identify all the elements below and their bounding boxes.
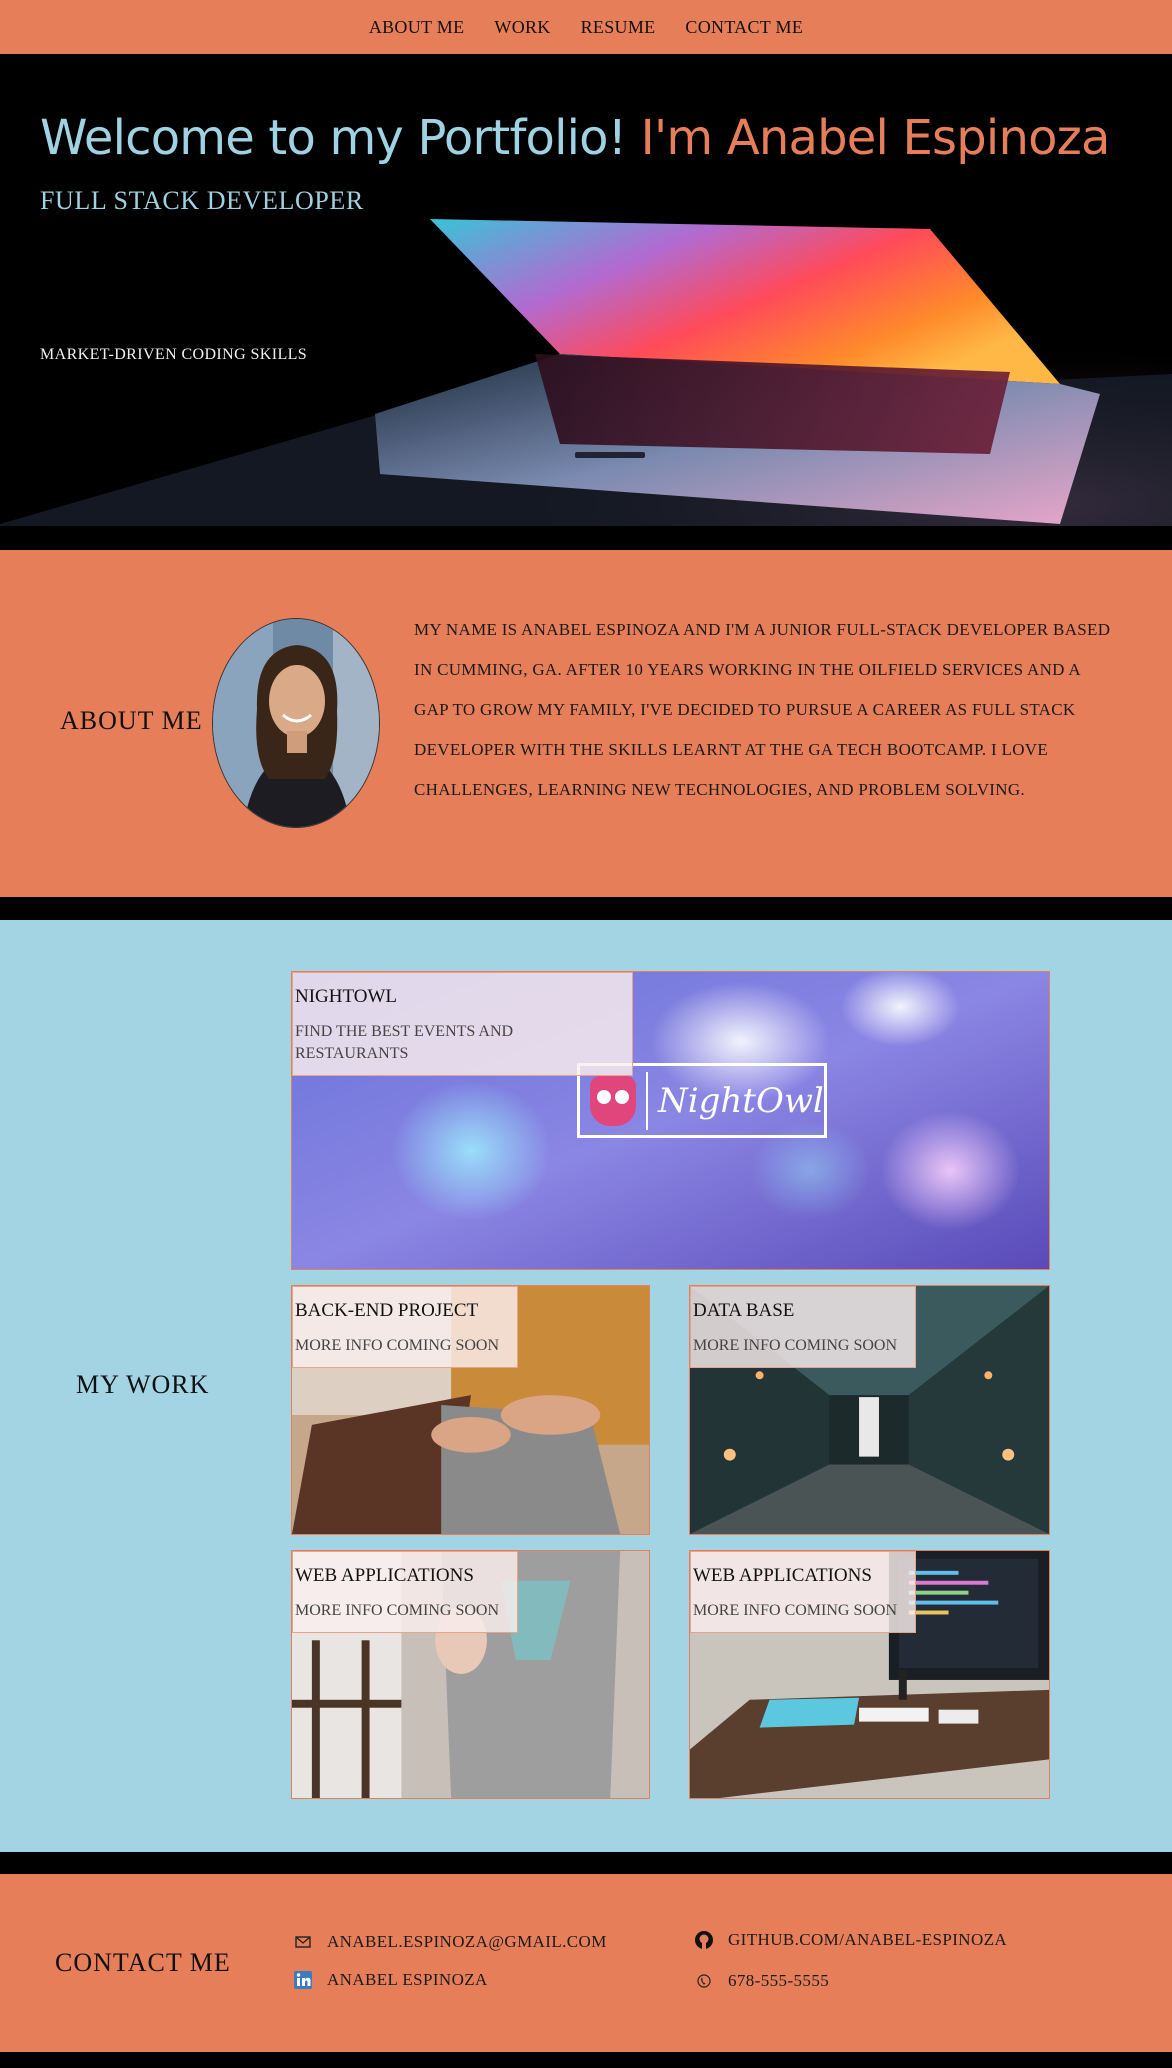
top-nav: ABOUT ME WORK RESUME CONTACT ME	[0, 0, 1172, 54]
project-desc: FIND THE BEST EVENTS AND RESTAURANTS	[295, 1023, 514, 1062]
project-label: NIGHTOWL FIND THE BEST EVENTS AND RESTAU…	[292, 972, 633, 1076]
linkedin-icon	[293, 1970, 313, 1990]
project-desc: MORE INFO COMING SOON	[693, 1337, 898, 1354]
project-label: WEB APPLICATIONS MORE INFO COMING SOON	[690, 1551, 916, 1633]
nav-resume[interactable]: RESUME	[581, 17, 656, 38]
project-card-web-applications-2[interactable]: WEB APPLICATIONS MORE INFO COMING SOON	[689, 1550, 1050, 1799]
project-card-back-end[interactable]: BACK-END PROJECT MORE INFO COMING SOON	[291, 1285, 650, 1535]
envelope-icon	[293, 1932, 313, 1952]
project-card-data-base[interactable]: DATA BASE MORE INFO COMING SOON	[689, 1285, 1050, 1535]
contact-section: CONTACT ME ANABEL.ESPINOZA@GMAIL.COM GIT…	[0, 1874, 1172, 2052]
project-title: NIGHTOWL	[295, 986, 398, 1007]
hero-subtitle: FULL STACK DEVELOPER	[40, 186, 364, 215]
nav-work[interactable]: WORK	[494, 17, 550, 38]
phone-icon	[694, 1971, 714, 1991]
nav-contact-me[interactable]: CONTACT ME	[685, 17, 803, 38]
contact-heading: CONTACT ME	[55, 1948, 231, 1977]
about-bio: MY NAME IS ANABEL ESPINOZA AND I'M A JUN…	[414, 620, 1111, 799]
owl-icon	[590, 1075, 636, 1126]
project-title: WEB APPLICATIONS	[295, 1565, 474, 1586]
project-title: DATA BASE	[693, 1300, 795, 1321]
contact-linkedin: ANABEL ESPINOZA	[293, 1970, 488, 1990]
hero-tagline: MARKET-DRIVEN CODING SKILLS	[40, 346, 308, 363]
project-desc: MORE INFO COMING SOON	[693, 1602, 898, 1619]
project-label: DATA BASE MORE INFO COMING SOON	[690, 1286, 916, 1368]
nav-about-me[interactable]: ABOUT ME	[369, 17, 465, 38]
work-heading: MY WORK	[76, 1370, 210, 1399]
github-icon	[694, 1930, 714, 1950]
email-link[interactable]: ANABEL.ESPINOZA@GMAIL.COM	[327, 1932, 607, 1952]
linkedin-link[interactable]: ANABEL ESPINOZA	[327, 1970, 488, 1990]
nightowl-logo-text: NightOwl	[658, 1080, 824, 1121]
hero-title-name: I'm Anabel Espinoza	[640, 110, 1111, 166]
about-heading: ABOUT ME	[60, 706, 203, 735]
project-card-nightowl[interactable]: NightOwl NIGHTOWL FIND THE BEST EVENTS A…	[291, 971, 1050, 1270]
profile-photo	[212, 618, 380, 828]
about-section: ABOUT ME MY NAME IS ANABEL ESPINOZA AND …	[0, 550, 1172, 897]
project-desc: MORE INFO COMING SOON	[295, 1602, 500, 1619]
contact-email: ANABEL.ESPINOZA@GMAIL.COM	[293, 1932, 607, 1952]
contact-github: GITHUB.COM/ANABEL-ESPINOZA	[694, 1930, 1007, 1950]
project-desc: MORE INFO COMING SOON	[295, 1337, 500, 1354]
project-title: BACK-END PROJECT	[295, 1300, 479, 1321]
project-card-web-applications-1[interactable]: WEB APPLICATIONS MORE INFO COMING SOON	[291, 1550, 650, 1799]
github-link[interactable]: GITHUB.COM/ANABEL-ESPINOZA	[728, 1930, 1007, 1950]
hero-title: Welcome to my Portfolio! I'm Anabel Espi…	[40, 110, 1110, 166]
project-label: WEB APPLICATIONS MORE INFO COMING SOON	[292, 1551, 518, 1633]
work-section: MY WORK NightOwl NIGHTOWL FIND THE BEST …	[0, 920, 1172, 1852]
contact-phone: 678-555-5555	[694, 1971, 829, 1991]
project-title: WEB APPLICATIONS	[693, 1565, 872, 1586]
phone-link[interactable]: 678-555-5555	[728, 1971, 829, 1991]
hero-banner: Welcome to my Portfolio! I'm Anabel Espi…	[0, 54, 1172, 526]
hero-title-welcome: Welcome to my Portfolio!	[40, 110, 627, 166]
project-label: BACK-END PROJECT MORE INFO COMING SOON	[292, 1286, 518, 1368]
